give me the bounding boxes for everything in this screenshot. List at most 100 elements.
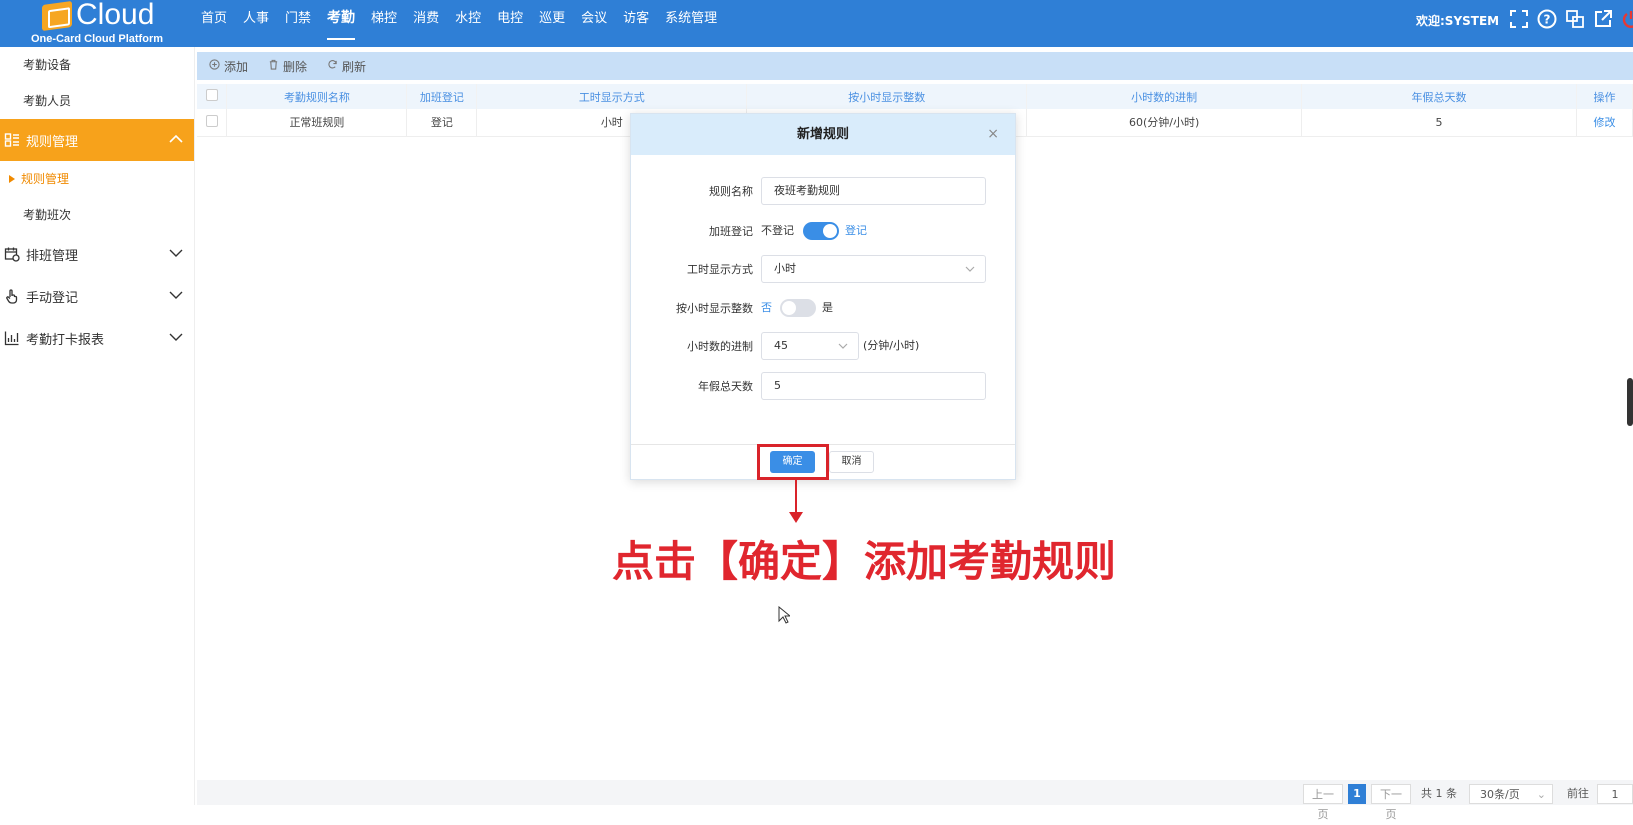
hours-int-toggle[interactable]	[780, 299, 816, 317]
scrollbar-handle[interactable]	[1627, 378, 1633, 426]
display-label: 工时显示方式	[687, 263, 753, 276]
chevron-down-icon	[168, 330, 184, 348]
hours-int-label: 按小时显示整数	[676, 302, 753, 315]
row-select-cell	[197, 109, 228, 137]
external-link-icon[interactable]	[1592, 8, 1614, 30]
chevron-down-icon	[168, 246, 184, 264]
sidebar-group-report[interactable]: 考勤打卡报表	[0, 317, 194, 359]
cell-hour-base: 60(分钟/小时)	[1026, 109, 1303, 137]
sidebar-group-manual[interactable]: 手动登记	[0, 275, 194, 317]
chevron-down-icon	[838, 333, 848, 370]
hours-int-no-option[interactable]: 否	[761, 294, 772, 322]
sidebar-group-rules[interactable]: 规则管理	[0, 119, 194, 161]
page-size-value: 30条/页	[1480, 788, 1520, 801]
welcome-text: 欢迎:SYSTEM	[1416, 14, 1500, 28]
power-icon[interactable]	[1620, 8, 1633, 30]
logo[interactable]: Cloud One-Card Cloud Platform	[28, 0, 188, 47]
sidebar-item-people[interactable]: 考勤人员	[0, 83, 194, 119]
language-icon[interactable]	[1564, 8, 1586, 30]
goto-page-input[interactable]: 1	[1597, 784, 1633, 804]
overtime-toggle[interactable]	[803, 222, 839, 240]
chevron-up-icon	[168, 132, 184, 150]
page-size-select[interactable]: 30条/页 ⌄	[1469, 784, 1553, 804]
sidebar-group-schedule-label: 排班管理	[26, 248, 79, 264]
column-header: 操作	[1576, 84, 1633, 109]
hour-base-value: 45	[774, 339, 788, 352]
trash-icon	[268, 59, 279, 73]
next-page-button[interactable]: 下一页	[1371, 784, 1411, 821]
nav-item-water[interactable]: 水控	[447, 0, 489, 47]
toolbar: 添加 删除 刷新	[197, 52, 1633, 80]
sidebar: 考勤设备 考勤人员 规则管理 规则管理 考勤班次 排班管理 手动登记 考勤打卡报…	[0, 47, 195, 805]
sidebar-group-rules-label: 规则管理	[26, 134, 79, 150]
nav-item-hr[interactable]: 人事	[235, 0, 277, 47]
edit-link[interactable]: 修改	[1593, 116, 1615, 129]
active-marker-icon	[9, 175, 15, 183]
sidebar-group-report-label: 考勤打卡报表	[26, 332, 105, 348]
column-header[interactable]: 小时数的进制	[1026, 84, 1303, 109]
goto-label: 前往	[1567, 787, 1589, 800]
select-all-checkbox[interactable]	[205, 89, 218, 101]
sidebar-group-schedule[interactable]: 排班管理	[0, 233, 194, 275]
add-button[interactable]: 添加	[209, 58, 248, 75]
nav-item-power[interactable]: 电控	[489, 0, 531, 47]
prev-page-button[interactable]: 上一页	[1303, 784, 1343, 821]
row-checkbox[interactable]	[205, 114, 218, 127]
base-label: 小时数的进制	[687, 340, 753, 353]
sidebar-group-manual-label: 手动登记	[26, 290, 79, 306]
overtime-on-option[interactable]: 登记	[845, 217, 867, 245]
column-header[interactable]: 工时显示方式	[476, 84, 748, 109]
nav-item-attendance[interactable]: 考勤	[319, 0, 363, 47]
sidebar-item-device[interactable]: 考勤设备	[0, 47, 194, 83]
dialog-title: 新增规则	[796, 127, 849, 142]
nav-item-home[interactable]: 首页	[193, 0, 235, 47]
display-mode-value: 小时	[774, 262, 796, 275]
nav-item-meeting[interactable]: 会议	[573, 0, 615, 47]
add-rule-dialog: 新增规则 × 规则名称 夜班考勤规则 加班登记 不登记 登记 工时显示方式 小时…	[630, 113, 1016, 480]
nav-item-elevator[interactable]: 梯控	[363, 0, 405, 47]
nav-item-patrol[interactable]: 巡更	[531, 0, 573, 47]
annual-leave-input[interactable]: 5	[761, 372, 986, 400]
cell-annual-leave: 5	[1301, 109, 1577, 137]
fullscreen-icon[interactable]	[1508, 8, 1530, 30]
cell-action: 修改	[1576, 109, 1633, 137]
refresh-icon	[327, 59, 338, 73]
close-icon[interactable]: ×	[987, 114, 999, 155]
hand-icon	[4, 288, 20, 304]
chevron-down-icon: ⌄	[1536, 788, 1546, 801]
refresh-button[interactable]: 刷新	[327, 58, 366, 75]
add-button-label: 添加	[224, 59, 249, 74]
total-count: 共 1 条	[1421, 787, 1457, 800]
svg-text:?: ?	[1544, 13, 1551, 27]
logo-subtitle: One-Card Cloud Platform	[31, 33, 164, 45]
cell-overtime: 登记	[406, 109, 478, 137]
form-row-annual: 年假总天数 5	[631, 372, 1015, 400]
nav-item-access[interactable]: 门禁	[277, 0, 319, 47]
nav-item-system[interactable]: 系统管理	[657, 0, 725, 47]
top-bar: Cloud One-Card Cloud Platform 首页 人事 门禁 考…	[0, 0, 1633, 47]
column-header[interactable]: 加班登记	[406, 84, 478, 109]
dialog-header: 新增规则 ×	[631, 114, 1015, 155]
hours-int-yes-option[interactable]: 是	[822, 294, 833, 322]
help-icon[interactable]: ?	[1536, 8, 1558, 30]
refresh-button-label: 刷新	[342, 59, 367, 74]
hour-base-select[interactable]: 45	[761, 332, 859, 360]
overtime-off-option[interactable]: 不登记	[761, 217, 794, 245]
column-header[interactable]: 按小时显示整数	[746, 84, 1028, 109]
display-mode-select[interactable]: 小时	[761, 255, 986, 283]
main-nav: 首页 人事 门禁 考勤 梯控 消费 水控 电控 巡更 会议 访客 系统管理	[193, 0, 725, 47]
overtime-label: 加班登记	[709, 225, 753, 238]
cancel-button[interactable]: 取消	[829, 451, 874, 473]
column-header[interactable]: 年假总天数	[1301, 84, 1577, 109]
rule-name-input[interactable]: 夜班考勤规则	[761, 177, 986, 205]
nav-item-consumption[interactable]: 消费	[405, 0, 447, 47]
sidebar-item-rules[interactable]: 规则管理	[0, 161, 194, 197]
pagination: 上一页 1 下一页 共 1 条 30条/页 ⌄ 前往 1	[197, 780, 1633, 821]
column-header[interactable]: 考勤规则名称	[226, 84, 408, 109]
delete-button[interactable]: 删除	[268, 58, 307, 75]
nav-item-visitor[interactable]: 访客	[615, 0, 657, 47]
cell-rule-name: 正常班规则	[226, 109, 408, 137]
sidebar-item-shift[interactable]: 考勤班次	[0, 197, 194, 233]
page-number-current[interactable]: 1	[1348, 784, 1366, 804]
form-row-hours-int: 按小时显示整数 否 是	[631, 294, 1015, 322]
